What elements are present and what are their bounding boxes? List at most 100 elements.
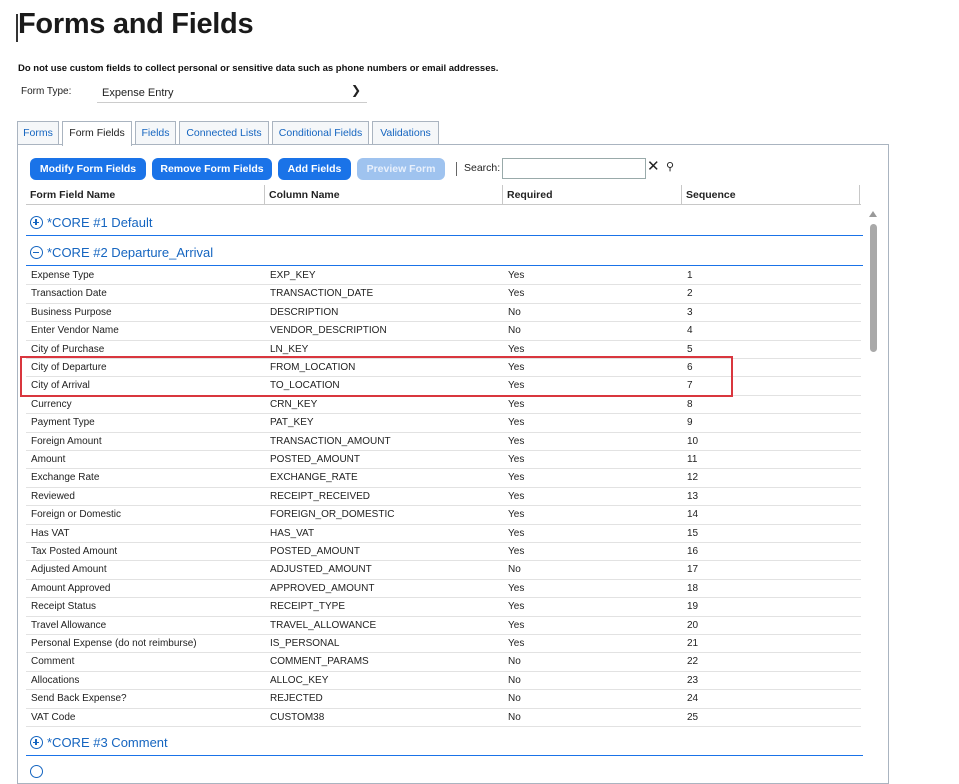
cell-required: Yes [508, 509, 525, 521]
group-core-2[interactable]: *CORE #2 Departure_Arrival [26, 238, 863, 266]
cell-form-field-name: Send Back Expense? [31, 693, 127, 705]
table-row[interactable]: Travel Allowance TRAVEL_ALLOWANCE Yes 20 [26, 617, 861, 635]
tab-forms[interactable]: Forms [17, 121, 59, 145]
table-row[interactable]: Expense Type EXP_KEY Yes 1 [26, 267, 861, 286]
table-row[interactable]: Receipt Status RECEIPT_TYPE Yes 19 [26, 598, 861, 617]
collapse-minus-icon[interactable] [30, 246, 43, 259]
cell-column-name: TRAVEL_ALLOWANCE [270, 619, 377, 631]
table-row[interactable]: Currency CRN_KEY Yes 8 [26, 396, 861, 415]
cell-sequence: 13 [687, 490, 699, 502]
cell-sequence: 10 [687, 435, 699, 447]
table-row[interactable]: Comment COMMENT_PARAMS No 22 [26, 653, 861, 672]
cell-sequence: 6 [687, 362, 693, 373]
cell-column-name: APPROVED_AMOUNT [270, 582, 375, 594]
cell-form-field-name: City of Arrival [31, 380, 90, 392]
table-row[interactable]: Foreign or Domestic FOREIGN_OR_DOMESTIC Ye… [26, 506, 861, 525]
cell-column-name: ADJUSTED_AMOUNT [270, 564, 372, 576]
column-header-form-field-name[interactable]: Form Field Name [26, 185, 265, 205]
cell-required: Yes [508, 417, 525, 429]
vertical-scrollbar[interactable] [866, 208, 880, 769]
cell-sequence: 21 [687, 638, 699, 649]
cell-column-name: TO_LOCATION [270, 380, 340, 392]
table-row[interactable]: City of Purchase LN_KEY Yes 5 [26, 341, 861, 359]
remove-form-fields-button[interactable]: Remove Form Fields [152, 158, 272, 180]
close-icon[interactable]: ✕ [647, 157, 660, 175]
column-header-column-name[interactable]: Column Name [265, 185, 503, 205]
column-header-required[interactable]: Required [503, 185, 682, 205]
table-row[interactable]: Send Back Expense? REJECTED No 24 [26, 690, 861, 709]
group-core-1[interactable]: *CORE #1 Default [26, 208, 863, 236]
tab-connected-lists[interactable]: Connected Lists [179, 121, 269, 145]
cell-required: No [508, 564, 521, 576]
cell-form-field-name: Payment Type [31, 417, 95, 429]
cell-sequence: 17 [687, 564, 699, 576]
cell-column-name: ALLOC_KEY [270, 674, 329, 686]
cell-form-field-name: Transaction Date [31, 288, 107, 300]
table-row[interactable]: City of Departure FROM_LOCATION Yes 6 [26, 359, 861, 378]
cell-column-name: TRANSACTION_AMOUNT [270, 435, 391, 447]
preview-form-button[interactable]: Preview Form [357, 158, 445, 180]
table-row[interactable]: Foreign Amount TRANSACTION_AMOUNT Yes 10 [26, 433, 861, 451]
cell-required: Yes [508, 398, 525, 410]
modify-form-fields-button[interactable]: Modify Form Fields [30, 158, 146, 180]
cell-sequence: 1 [687, 270, 693, 281]
tab-validations[interactable]: Validations [372, 121, 439, 145]
table-row[interactable]: Reviewed RECEIPT_RECEIVED Yes 13 [26, 488, 861, 507]
cell-required: Yes [508, 490, 525, 502]
cell-column-name: TRANSACTION_DATE [270, 288, 374, 300]
form-type-select[interactable]: Expense Entry ❯ [97, 82, 367, 103]
scroll-thumb[interactable] [870, 224, 877, 352]
expand-plus-icon[interactable] [30, 736, 43, 749]
cell-column-name: RECEIPT_TYPE [270, 601, 346, 613]
toolbar-divider [456, 162, 457, 176]
group-title: *CORE #1 Default [47, 215, 153, 230]
cell-sequence: 25 [687, 711, 699, 723]
group-title: *CORE #2 Departure_Arrival [47, 245, 214, 260]
table-row[interactable]: Business Purpose DESCRIPTION No 3 [26, 304, 861, 323]
cell-form-field-name: City of Departure [31, 362, 107, 373]
table-row[interactable]: Allocations ALLOC_KEY No 23 [26, 672, 861, 691]
table-row[interactable]: Amount POSTED_AMOUNT Yes 11 [26, 451, 861, 470]
cell-column-name: VENDOR_DESCRIPTION [270, 325, 387, 337]
table-row[interactable]: Enter Vendor Name VENDOR_DESCRIPTION No 4 [26, 322, 861, 341]
cell-required: Yes [508, 435, 525, 447]
table-row[interactable]: Exchange Rate EXCHANGE_RATE Yes 12 [26, 469, 861, 488]
cell-form-field-name: Receipt Status [31, 601, 97, 613]
search-icon[interactable]: ⚲ [666, 160, 674, 173]
cell-column-name: EXCHANGE_RATE [270, 472, 358, 484]
cell-sequence: 3 [687, 306, 693, 318]
page-title: Forms and Fields [18, 8, 254, 40]
tab-conditional-fields[interactable]: Conditional Fields [272, 121, 369, 145]
table-row[interactable]: Payment Type PAT_KEY Yes 9 [26, 414, 861, 433]
cell-sequence: 14 [687, 509, 699, 521]
table-row[interactable]: Amount Approved APPROVED_AMOUNT Yes 18 [26, 580, 861, 599]
cell-required: Yes [508, 472, 525, 484]
table-row[interactable]: Transaction Date TRANSACTION_DATE Yes 2 [26, 285, 861, 304]
cell-form-field-name: Tax Posted Amount [31, 546, 118, 557]
cell-column-name: FROM_LOCATION [270, 362, 356, 373]
tab-fields[interactable]: Fields [135, 121, 176, 145]
table-row[interactable]: Personal Expense (do not reimburse) IS_PE… [26, 635, 861, 654]
table-row[interactable]: Adjusted Amount ADJUSTED_AMOUNT No 17 [26, 561, 861, 580]
cell-sequence: 2 [687, 288, 693, 300]
table-row[interactable]: VAT Code CUSTOM38 No 25 [26, 709, 861, 727]
cell-sequence: 12 [687, 472, 699, 484]
table-row[interactable]: Tax Posted Amount POSTED_AMOUNT Yes 16 [26, 543, 861, 562]
group-core-3[interactable]: *CORE #3 Comment [26, 728, 863, 756]
table-row[interactable]: Has VAT HAS_VAT Yes 15 [26, 525, 861, 543]
expand-plus-icon[interactable] [30, 765, 43, 778]
column-header-sequence[interactable]: Sequence [682, 185, 860, 205]
cell-column-name: CRN_KEY [270, 398, 318, 410]
cell-column-name: FOREIGN_OR_DOMESTIC [270, 509, 395, 521]
tab-form-fields[interactable]: Form Fields [62, 121, 132, 146]
privacy-notice: Do not use custom fields to collect pers… [18, 63, 499, 74]
add-fields-button[interactable]: Add Fields [278, 158, 351, 180]
cell-form-field-name: Travel Allowance [31, 619, 107, 631]
cell-column-name: REJECTED [270, 693, 323, 705]
scroll-up-arrow-icon[interactable] [869, 211, 877, 217]
cell-column-name: DESCRIPTION [270, 306, 339, 318]
form-type-value: Expense Entry [102, 87, 174, 99]
table-row[interactable]: City of Arrival TO_LOCATION Yes 7 [26, 377, 861, 396]
expand-plus-icon[interactable] [30, 216, 43, 229]
search-input[interactable] [502, 158, 646, 179]
